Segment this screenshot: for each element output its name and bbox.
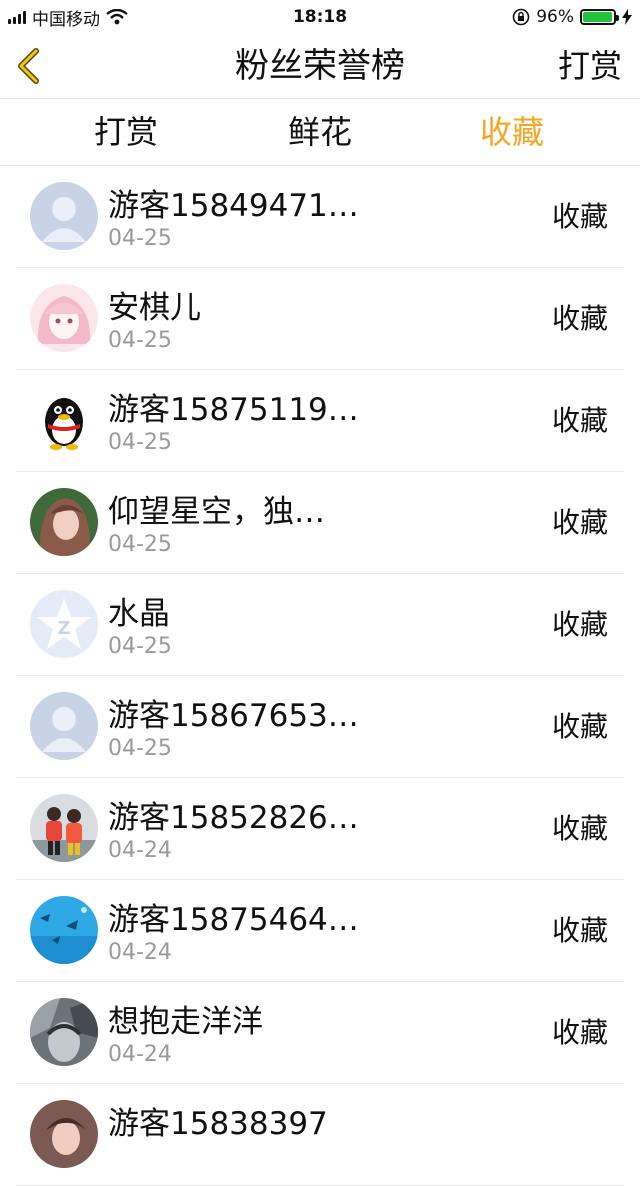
list-item[interactable]: 游客15849471… 04-25 收藏 [16, 166, 624, 268]
avatar [30, 386, 98, 454]
avatar [30, 182, 98, 250]
list-item[interactable]: 游客15838397 [16, 1084, 624, 1186]
list-item[interactable]: 游客15867653… 04-25 收藏 [16, 676, 624, 778]
status-right: 96% [512, 0, 632, 34]
avatar [30, 896, 98, 964]
avatar: Z [30, 590, 98, 658]
list-item[interactable]: Z 水晶 04-25 收藏 [16, 574, 624, 676]
anime-girl-avatar-icon [30, 284, 98, 352]
item-date: 04-25 [108, 736, 172, 761]
list-item[interactable]: 想抱走洋洋 04-24 收藏 [16, 982, 624, 1084]
kids-photo-avatar-icon [30, 794, 98, 862]
user-name: 游客15849471… [108, 188, 359, 224]
action-label: 收藏 [551, 404, 608, 437]
user-name: 仰望星空，独… [108, 494, 325, 530]
action-label: 收藏 [551, 914, 608, 947]
default-avatar-icon [30, 182, 98, 250]
avatar [30, 692, 98, 760]
tab-bar: 打赏 鲜花 收藏 [0, 99, 640, 166]
list-item[interactable]: 安棋儿 04-25 收藏 [16, 268, 624, 370]
user-name: 游客15867653… [108, 698, 359, 734]
avatar [30, 1100, 98, 1168]
avatar [30, 998, 98, 1066]
battery-percent: 96% [536, 7, 574, 27]
rotation-lock-icon [512, 8, 530, 26]
grey-photo-avatar-icon [30, 998, 98, 1066]
portrait-avatar-icon [30, 488, 98, 556]
list-item[interactable]: 游客15852826… 04-24 收藏 [16, 778, 624, 880]
default-avatar-icon [30, 692, 98, 760]
list-item[interactable]: 游客15875464… 04-24 收藏 [16, 880, 624, 982]
list-item[interactable]: 仰望星空，独… 04-25 收藏 [16, 472, 624, 574]
action-label: 收藏 [551, 506, 608, 539]
user-name: 游客15875119… [108, 392, 359, 428]
penguin-avatar-icon [30, 386, 98, 454]
reward-button[interactable]: 打赏 [558, 34, 622, 98]
action-label: 收藏 [551, 812, 608, 845]
status-bar: 中国移动 18:18 96% [0, 0, 640, 34]
page-title: 粉丝荣誉榜 [235, 46, 405, 86]
item-date: 04-24 [108, 1042, 172, 1067]
charging-icon [622, 9, 632, 25]
battery-icon [580, 9, 619, 25]
item-date: 04-25 [108, 532, 172, 557]
item-date: 04-25 [108, 634, 172, 659]
action-label: 收藏 [551, 302, 608, 335]
battery-fill [583, 12, 612, 22]
user-name: 安棋儿 [108, 290, 201, 326]
fan-list: 游客15849471… 04-25 收藏 安棋儿 04-25 收藏 游客1587… [0, 166, 640, 1186]
action-label: 收藏 [551, 710, 608, 743]
svg-text:Z: Z [57, 618, 70, 639]
action-label: 收藏 [551, 608, 608, 641]
user-name: 游客15838397 [108, 1106, 328, 1142]
nav-bar: 粉丝荣誉榜 打赏 [0, 34, 640, 99]
tab-reward[interactable]: 打赏 [46, 99, 206, 165]
action-label: 收藏 [551, 1016, 608, 1049]
star-avatar-icon: Z [30, 590, 98, 658]
tab-flowers[interactable]: 鲜花 [240, 99, 400, 165]
avatar [30, 794, 98, 862]
user-name: 水晶 [108, 596, 170, 632]
avatar [30, 488, 98, 556]
item-date: 04-24 [108, 940, 172, 965]
item-date: 04-24 [108, 838, 172, 863]
user-name: 游客15852826… [108, 800, 359, 836]
action-label: 收藏 [551, 200, 608, 233]
item-date: 04-25 [108, 430, 172, 455]
item-date: 04-25 [108, 328, 172, 353]
item-date: 04-25 [108, 226, 172, 251]
user-name: 想抱走洋洋 [108, 1004, 263, 1040]
avatar [30, 284, 98, 352]
ocean-avatar-icon [30, 896, 98, 964]
list-item[interactable]: 游客15875119… 04-25 收藏 [16, 370, 624, 472]
user-name: 游客15875464… [108, 902, 359, 938]
tab-favorites[interactable]: 收藏 [432, 99, 592, 165]
portrait-avatar-icon [30, 1100, 98, 1168]
